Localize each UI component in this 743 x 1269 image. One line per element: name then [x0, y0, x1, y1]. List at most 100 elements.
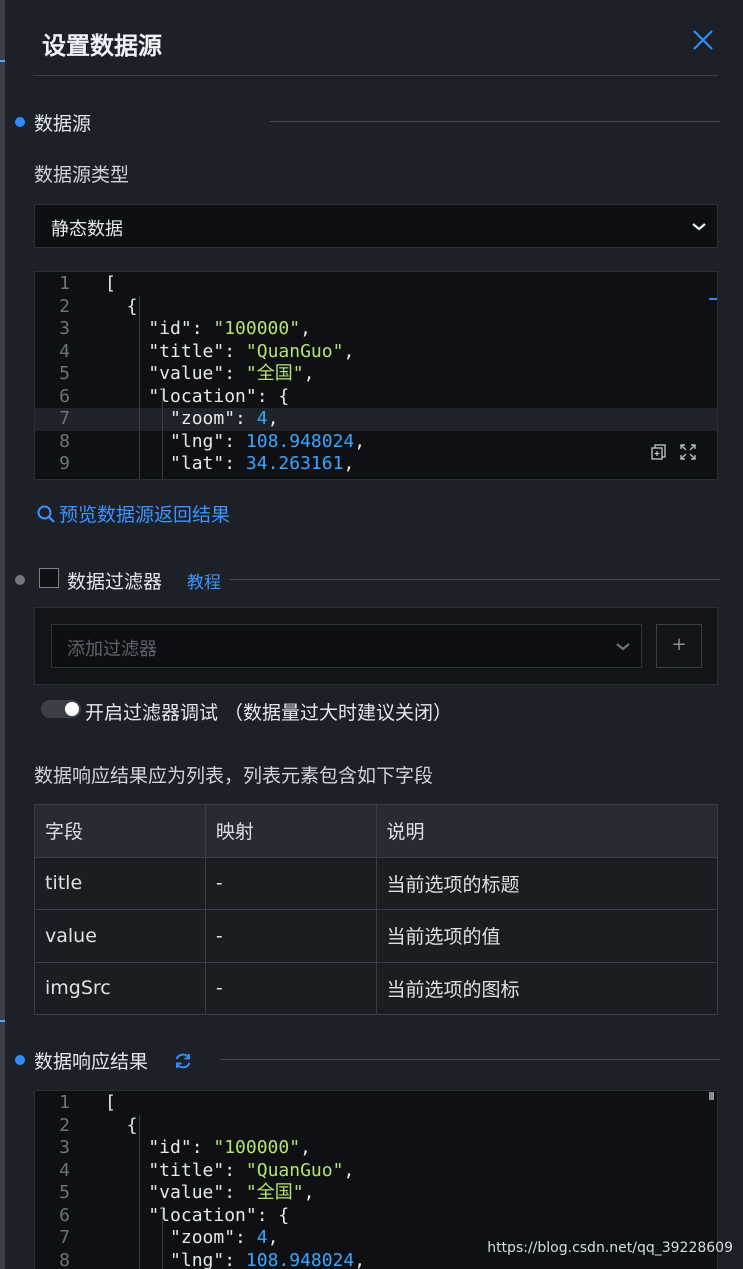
line-number: 3 [59, 1137, 70, 1158]
code-token: "100000" [213, 318, 301, 339]
line-number: 1 [59, 1092, 70, 1113]
code-token: "QuanGuo" [245, 340, 344, 362]
code-line: 1[ [35, 1092, 717, 1115]
static-data-editor[interactable]: 9 "lat": 34.263161, 8 "lng": 108.948024, 7… [34, 271, 718, 480]
code-text: "zoom": 4, [105, 1227, 278, 1250]
code-token: "id": [105, 318, 214, 339]
viewer-scrollbar[interactable] [709, 1092, 714, 1100]
field-cell: imgSrc [34, 961, 206, 1015]
code-line: 7 "zoom": 4, [35, 408, 717, 431]
table-header-cell: 字段 [34, 804, 206, 858]
code-text: "location": { [105, 1205, 289, 1228]
line-number: 8 [59, 1249, 70, 1269]
code-line: 5 "value": "全国", [35, 1182, 717, 1205]
tutorial-link[interactable]: 教程 [187, 568, 221, 593]
mapping-cell[interactable]: - [204, 909, 377, 963]
line-number: 1 [59, 273, 70, 294]
line-number: 5 [59, 1182, 70, 1203]
code-token: "zoom": [105, 408, 257, 429]
code-text: "lng": 108.948024, [105, 431, 365, 454]
code-token: "value": [105, 1182, 246, 1203]
filter-debug-label: 开启过滤器调试 （数据量过大时建议关闭） [85, 702, 453, 724]
filter-debug-toggle[interactable] [41, 700, 81, 718]
add-filter-placeholder: 添加过滤器 [67, 639, 157, 660]
code-token: , [303, 1182, 315, 1203]
line-number: 3 [59, 318, 70, 339]
indent-guide [162, 1206, 163, 1269]
table-header-cell: 说明 [375, 804, 719, 858]
close-button[interactable] [690, 27, 716, 53]
code-line: 8 "lng": 108.948024, [35, 431, 717, 454]
code-line: 4 "title": "QuanGuo", [35, 341, 717, 364]
close-icon [693, 30, 713, 50]
field-cell: title [34, 856, 206, 910]
line-number: 8 [59, 430, 70, 452]
table-header-cell: 映射 [204, 804, 377, 858]
filter-label: 数据过滤器 [67, 571, 163, 593]
panel-header: 设置数据源 [33, 0, 718, 76]
code-token: , [267, 1227, 279, 1248]
code-token: , [303, 363, 315, 384]
code-token: "location": { [105, 385, 290, 407]
section-datasource: 数据源 [15, 108, 720, 136]
code-text: "id": "100000", [105, 1137, 311, 1160]
preview-result-link[interactable]: 预览数据源返回结果 [36, 500, 230, 527]
table-row: imgSrc - 当前选项的图标 [34, 961, 719, 1015]
chevron-down-icon [616, 643, 630, 651]
fullscreen-button[interactable] [679, 443, 697, 461]
code-token: , [343, 453, 355, 474]
code-token: 34.263161 [245, 453, 344, 474]
line-number: 2 [59, 295, 70, 317]
line-number: 9 [59, 453, 70, 474]
chevron-down-icon [692, 223, 706, 231]
section-result: 数据响应结果 [15, 1046, 720, 1074]
code-text: "lng": 108.948024, [105, 1250, 365, 1269]
watermark: https://blog.csdn.net/qq_39228609 [487, 1240, 733, 1256]
code-line: 3 "id": "100000", [35, 318, 717, 341]
code-line: 1[ [35, 273, 717, 296]
mapping-cell[interactable]: - [204, 961, 377, 1015]
code-token: "value": [105, 363, 246, 384]
code-token: "QuanGuo" [245, 1159, 344, 1181]
code-text: { [105, 1115, 138, 1138]
refresh-icon[interactable] [173, 1051, 193, 1071]
filter-enable-checkbox[interactable] [39, 568, 59, 588]
code-token: "title": [105, 340, 246, 362]
code-text: "zoom": 4, [105, 408, 278, 431]
code-line: 4 "title": "QuanGuo", [35, 1160, 717, 1183]
code-token: "location": { [105, 1204, 290, 1226]
code-line: 6 "location": { [35, 386, 717, 409]
code-text: { [105, 296, 138, 319]
copy-button[interactable] [650, 443, 668, 461]
code-token: , [354, 430, 366, 452]
code-text: "title": "QuanGuo", [105, 341, 354, 364]
description-cell: 当前选项的值 [375, 909, 719, 963]
fullscreen-icon [680, 444, 696, 460]
editor-scroll-marker [709, 298, 717, 300]
line-number: 7 [59, 408, 70, 429]
code-text: [ [105, 1092, 116, 1115]
code-text: [ [105, 273, 116, 296]
preview-link-text: 预览数据源返回结果 [59, 504, 231, 526]
code-text: "value": "全国", [105, 1182, 314, 1205]
code-token: "lng": [105, 430, 246, 452]
section-dot [15, 1055, 25, 1065]
code-token: "全国" [245, 1182, 304, 1203]
code-line: 5 "value": "全国", [35, 363, 717, 386]
section-dot [15, 575, 25, 585]
add-filter-select[interactable]: 添加过滤器 [51, 624, 642, 668]
table-row: title - 当前选项的标题 [34, 856, 719, 910]
filter-container: 添加过滤器 + [34, 607, 718, 685]
mapping-info-text: 数据响应结果应为列表，列表元素包含如下字段 [34, 765, 434, 787]
code-token: "zoom": [105, 1227, 257, 1248]
panel-title: 设置数据源 [42, 32, 162, 60]
code-token: { [105, 1114, 138, 1136]
table-row: value - 当前选项的值 [34, 909, 719, 963]
datasource-type-select[interactable]: 静态数据 [34, 204, 718, 248]
indent-guide [139, 1115, 140, 1269]
code-token: [ [105, 273, 116, 294]
code-token: , [300, 318, 311, 339]
code-token: { [105, 295, 138, 317]
add-filter-button[interactable]: + [656, 624, 702, 668]
mapping-cell[interactable]: - [204, 856, 377, 910]
